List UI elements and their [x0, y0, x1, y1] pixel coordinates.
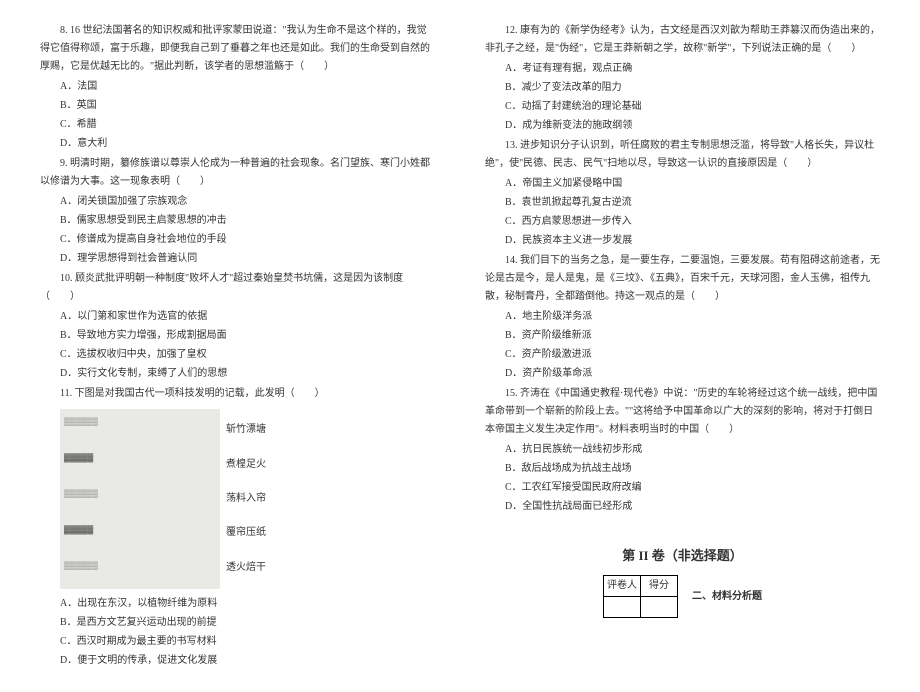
q11-ill-r3: 荡料入帘: [226, 486, 266, 512]
q14-opt-a: A．地主阶级洋务派: [505, 308, 880, 326]
q12-options: A．考证有理有据，观点正确 B．减少了变法改革的阻力 C．动摇了封建统治的理论基…: [485, 60, 880, 135]
q12-opt-c: C．动摇了封建统治的理论基础: [505, 98, 880, 116]
q12-stem: 12. 康有为的《新学伪经考》认为，古文经是西汉刘歆为帮助王莽篡汉而伪造出来的，…: [485, 22, 880, 58]
q11-opt-c: C．西汉时期成为最主要的书写材料: [60, 633, 435, 651]
q14-opt-d: D．资产阶级革命派: [505, 365, 880, 383]
q8-opt-a: A．法国: [60, 78, 435, 96]
q14-options: A．地主阶级洋务派 B．资产阶级维新派 C．资产阶级激进派 D．资产阶级革命派: [485, 308, 880, 383]
q11-illustration: ▒▒▒▒▒▒ ▓▓▓▓▓ ▒▒▒▒▒▒ ▓▓▓▓▓ ▒▒▒▒▒▒ 斩竹漂塘 煮楻…: [40, 409, 435, 589]
q11-opt-d: D．便于文明的传承，促进文化发展: [60, 652, 435, 670]
score-row: 评卷人 得分 二、材料分析题: [485, 575, 880, 618]
q11-ill-r2: 煮楻足火: [226, 452, 266, 478]
q8-options: A．法国 B．英国 C．希腊 D．意大利: [40, 78, 435, 153]
score-table: 评卷人 得分: [603, 575, 678, 618]
q11-figure-captions: 斩竹漂塘 煮楻足火 荡料入帘 覆帘压纸 透火焙干: [226, 409, 266, 589]
q9-opt-d: D．理学思想得到社会普遍认同: [60, 250, 435, 268]
right-column: 12. 康有为的《新学伪经考》认为，古文经是西汉刘歆为帮助王莽篡汉而伪造出来的，…: [485, 20, 880, 672]
q11-ill-r5: 透火焙干: [226, 555, 266, 581]
q12-opt-a: A．考证有理有据，观点正确: [505, 60, 880, 78]
q8-opt-c: C．希腊: [60, 116, 435, 134]
score-cell-score-blank: [641, 597, 678, 618]
q12-opt-b: B．减少了变法改革的阻力: [505, 79, 880, 97]
q11-opt-a: A．出现在东汉，以植物纤维为原料: [60, 595, 435, 613]
q11-opt-b: B．是西方文艺复兴运动出现的前提: [60, 614, 435, 632]
q10-options: A．以门第和家世作为选官的依据 B．导致地方实力增强，形成割据局面 C．选拔权收…: [40, 308, 435, 383]
q13-opt-d: D．民族资本主义进一步发展: [505, 232, 880, 250]
q14-opt-b: B．资产阶级维新派: [505, 327, 880, 345]
q13-options: A．帝国主义加紧侵略中国 B．袁世凯掀起尊孔复古逆流 C．西方启蒙思想进一步传入…: [485, 175, 880, 250]
q8-opt-d: D．意大利: [60, 135, 435, 153]
q10-stem: 10. 顾炎武批评明朝一种制度"败坏人才"超过秦始皇焚书坑儒，这是因为该制度（ …: [40, 270, 435, 306]
q13-opt-c: C．西方启蒙思想进一步传入: [505, 213, 880, 231]
q10-opt-d: D．实行文化专制，束缚了人们的思想: [60, 365, 435, 383]
section-2-title: 第 II 卷（非选择题）: [485, 544, 880, 567]
q12-opt-d: D．成为维新变法的施政纲领: [505, 117, 880, 135]
material-heading: 二、材料分析题: [692, 588, 762, 606]
q9-opt-a: A．闭关锁国加强了宗族观念: [60, 193, 435, 211]
q11-ill-r1: 斩竹漂塘: [226, 417, 266, 443]
q15-opt-c: C．工农红军接受国民政府改编: [505, 479, 880, 497]
q10-opt-a: A．以门第和家世作为选官的依据: [60, 308, 435, 326]
q13-opt-b: B．袁世凯掀起尊孔复古逆流: [505, 194, 880, 212]
q15-opt-b: B．敌后战场成为抗战主战场: [505, 460, 880, 478]
q15-opt-a: A．抗日民族统一战线初步形成: [505, 441, 880, 459]
score-cell-marker-blank: [604, 597, 641, 618]
q9-opt-b: B．儒家思想受到民主启蒙思想的冲击: [60, 212, 435, 230]
q11-figure-panel: ▒▒▒▒▒▒ ▓▓▓▓▓ ▒▒▒▒▒▒ ▓▓▓▓▓ ▒▒▒▒▒▒: [60, 409, 220, 589]
q10-opt-c: C．选拔权收归中央，加强了皇权: [60, 346, 435, 364]
q11-options: A．出现在东汉，以植物纤维为原料 B．是西方文艺复兴运动出现的前提 C．西汉时期…: [40, 595, 435, 670]
q13-opt-a: A．帝国主义加紧侵略中国: [505, 175, 880, 193]
q11-ill-r4: 覆帘压纸: [226, 520, 266, 546]
q10-opt-b: B．导致地方实力增强，形成割据局面: [60, 327, 435, 345]
q11-stem: 11. 下图是对我国古代一项科技发明的记载，此发明（ ）: [40, 385, 435, 403]
q9-stem: 9. 明清时期，纂修族谱以尊崇人伦成为一种普遍的社会现象。名门望族、寒门小姓都以…: [40, 155, 435, 191]
score-cell-marker: 评卷人: [604, 576, 641, 597]
q15-stem: 15. 齐涛在《中国通史教程·现代卷》中说："历史的车轮将经过这个统一战线，把中…: [485, 385, 880, 439]
q14-stem: 14. 我们目下的当务之急，是一要生存，二要温饱，三要发展。苟有阻碍这前途者，无…: [485, 252, 880, 306]
q9-opt-c: C．修谱成为提高自身社会地位的手段: [60, 231, 435, 249]
q15-options: A．抗日民族统一战线初步形成 B．敌后战场成为抗战主战场 C．工农红军接受国民政…: [485, 441, 880, 516]
q8-stem: 8. 16 世纪法国著名的知识权威和批评家蒙田说道："我认为生命不是这个样的，我…: [40, 22, 435, 76]
q9-options: A．闭关锁国加强了宗族观念 B．儒家思想受到民主启蒙思想的冲击 C．修谱成为提高…: [40, 193, 435, 268]
q15-opt-d: D．全国性抗战局面已经形成: [505, 498, 880, 516]
q14-opt-c: C．资产阶级激进派: [505, 346, 880, 364]
score-cell-score: 得分: [641, 576, 678, 597]
q8-opt-b: B．英国: [60, 97, 435, 115]
q13-stem: 13. 进步知识分子认识到，听任腐败的君主专制思想泛滥，将导致"人格长失，异议杜…: [485, 137, 880, 173]
left-column: 8. 16 世纪法国著名的知识权威和批评家蒙田说道："我认为生命不是这个样的，我…: [40, 20, 435, 672]
